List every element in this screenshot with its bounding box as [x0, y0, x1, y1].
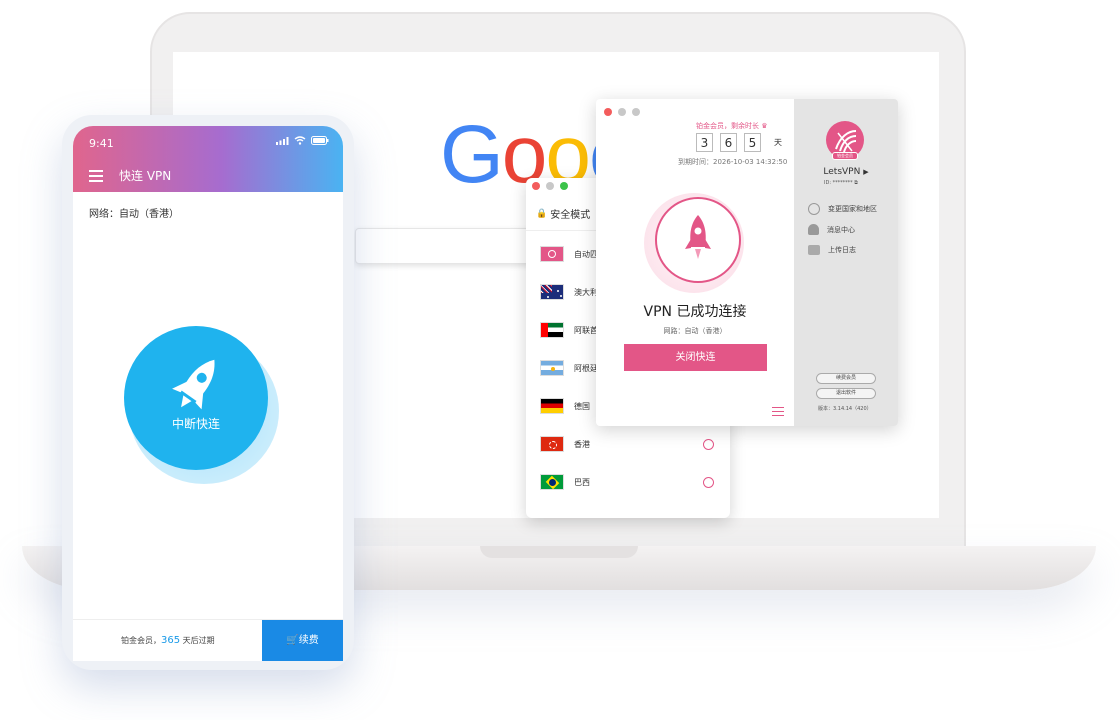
- signal-icon: [276, 136, 289, 145]
- days-digit: 6: [720, 133, 737, 152]
- safe-mode-toggle[interactable]: 🔒 安全模式: [536, 206, 591, 222]
- sidebar-item-messages[interactable]: 消息中心: [808, 224, 855, 235]
- membership-status: 铂金会员，365 天后过期: [121, 635, 215, 646]
- window-minimize-dot[interactable]: [546, 182, 554, 190]
- window-maximize-dot[interactable]: [632, 108, 640, 116]
- disconnect-button[interactable]: [124, 326, 268, 470]
- renew-button[interactable]: 🛒续费: [262, 620, 343, 661]
- network-label: 网络：自动（香港）: [89, 209, 179, 220]
- server-name: 德国: [574, 401, 590, 411]
- cart-icon: 🛒: [286, 635, 299, 646]
- server-name: 巴西: [574, 477, 590, 487]
- member-note: 铂金会员，剩余时长 ♛: [696, 122, 768, 130]
- server-radio[interactable]: [703, 438, 714, 450]
- hamburger-menu-icon[interactable]: [89, 170, 103, 185]
- uae-flag-icon: [540, 322, 564, 338]
- vpn-main-window: 铂金会员，剩余时长 ♛ 3 6 5 天 到期时间：2026-10-03 14:3…: [596, 99, 898, 426]
- laptop-notch: [480, 546, 638, 558]
- status-time: 9:41: [89, 137, 114, 150]
- brazil-flag-icon: [540, 474, 564, 490]
- renew-membership-button[interactable]: 续费会员: [816, 373, 876, 384]
- server-item-br[interactable]: 巴西: [540, 472, 718, 492]
- server-name: 自动匹: [574, 249, 598, 259]
- wifi-icon: [294, 136, 306, 145]
- menu-icon[interactable]: [772, 407, 784, 419]
- copy-icon[interactable]: ⧉: [854, 180, 858, 186]
- rocket-icon: [685, 215, 711, 259]
- app-title: 快连 VPN: [119, 169, 172, 183]
- username[interactable]: LetsVPN ▶: [794, 167, 898, 177]
- lock-icon: 🔒: [536, 208, 548, 219]
- server-name: 阿联酋: [574, 325, 598, 335]
- connection-status: VPN 已成功连接: [643, 304, 747, 320]
- days-unit: 天: [774, 138, 782, 147]
- network-label: 网路：自动（香港）: [663, 327, 727, 335]
- folder-upload-icon: [808, 245, 820, 255]
- sidebar-item-change-region[interactable]: 变更国家和地区: [808, 203, 877, 215]
- window-close-dot[interactable]: [532, 182, 540, 190]
- sidebar: 铂金会员 LetsVPN ▶ ID: ******** ⧉ 变更国家和地区 消息…: [794, 99, 898, 426]
- expire-time: 到期时间：2026-10-03 14:32:50: [678, 158, 788, 166]
- server-item-hk[interactable]: 香港: [540, 434, 718, 454]
- server-name: 澳大利: [574, 287, 598, 297]
- days-digit: 3: [696, 133, 713, 152]
- sidebar-item-label: 上传日志: [828, 246, 856, 254]
- member-badge: 铂金会员: [832, 152, 858, 160]
- battery-icon: [311, 136, 329, 145]
- sidebar-item-label: 变更国家和地区: [828, 205, 877, 213]
- auto-flag-icon: [540, 246, 564, 262]
- exit-app-button[interactable]: 退出软件: [816, 388, 876, 399]
- version-label: 版本：3.14.14（420）: [818, 406, 872, 412]
- rocket-icon: [172, 359, 215, 410]
- server-name: 阿根廷: [574, 363, 598, 373]
- phone-footer: 铂金会员，365 天后过期 🛒续费: [73, 619, 343, 661]
- server-name: 香港: [574, 439, 590, 449]
- window-minimize-dot[interactable]: [618, 108, 626, 116]
- caret-right-icon: ▶: [863, 168, 869, 176]
- connect-button[interactable]: [655, 197, 741, 283]
- germany-flag-icon: [540, 398, 564, 414]
- phone-header: 9:41 快连 VPN: [73, 126, 343, 192]
- globe-icon: [808, 203, 820, 215]
- server-radio[interactable]: [703, 476, 714, 488]
- window-maximize-dot[interactable]: [560, 182, 568, 190]
- window-close-dot[interactable]: [604, 108, 612, 116]
- phone-screen: 9:41 快连 VPN 网络：自动（香港） 中断快连 铂金会员，365 天后过期…: [73, 126, 343, 661]
- australia-flag-icon: [540, 284, 564, 300]
- bell-icon: [808, 224, 819, 235]
- letsvpn-logo: 铂金会员: [826, 121, 864, 160]
- user-id: ID: ******** ⧉: [824, 180, 858, 186]
- sidebar-item-label: 消息中心: [827, 225, 855, 234]
- argentina-flag-icon: [540, 360, 564, 376]
- days-digit: 5: [744, 133, 761, 152]
- hong-kong-flag-icon: [540, 436, 564, 452]
- disconnect-button[interactable]: 关闭快连: [624, 344, 767, 371]
- safe-mode-label: 安全模式: [550, 210, 591, 221]
- status-icons: [276, 136, 329, 145]
- disconnect-label: 中断快连: [171, 417, 220, 431]
- sidebar-item-upload-logs[interactable]: 上传日志: [808, 245, 856, 255]
